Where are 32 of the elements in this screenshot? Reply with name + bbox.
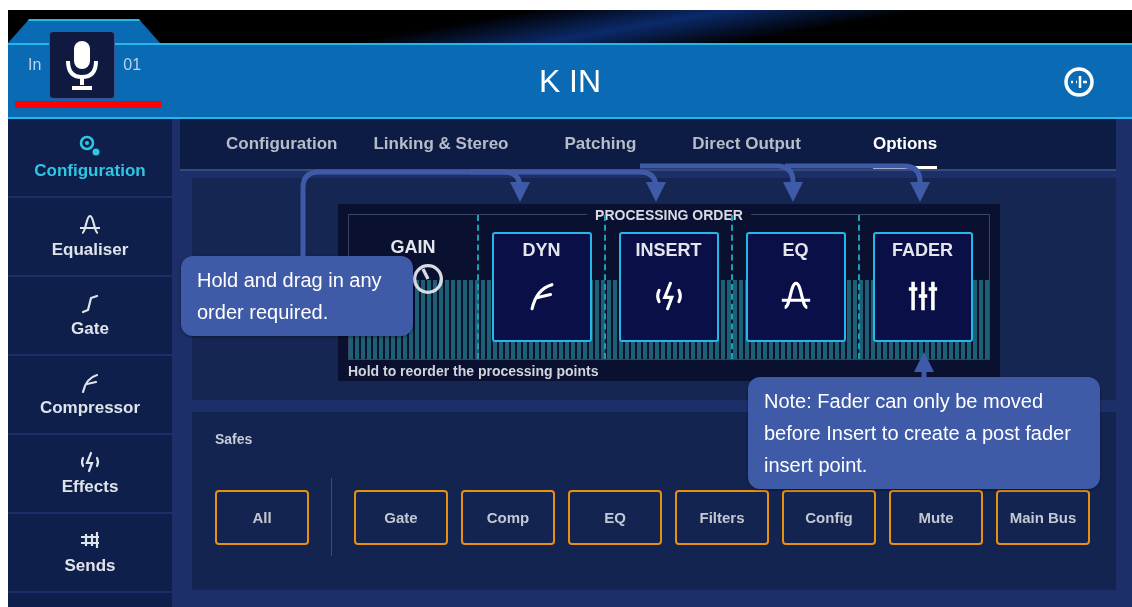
processing-stage-tile[interactable]: FADER xyxy=(872,232,973,342)
channel-number: 01 xyxy=(123,56,142,74)
hint-text: Hold to reorder the processing points xyxy=(348,363,599,379)
safe-toggle-button[interactable]: Gate xyxy=(354,489,448,545)
lightning-icon xyxy=(78,450,102,474)
knob-icon xyxy=(413,264,443,294)
tab[interactable]: Linking & Stereo xyxy=(373,134,509,169)
processing-stage-tile[interactable]: INSERT xyxy=(618,232,719,342)
waveform-circle-icon[interactable] xyxy=(1062,65,1096,99)
processing-order-title: PROCESSING ORDER xyxy=(587,207,751,223)
callout-note: Hold and drag in any order required. xyxy=(181,256,413,336)
safe-toggle-button[interactable]: Main Bus xyxy=(996,489,1090,545)
safes-title: Safes xyxy=(215,431,253,447)
safe-toggle-button[interactable]: All xyxy=(215,489,309,545)
microphone-icon[interactable] xyxy=(49,31,116,99)
channel-name: K IN xyxy=(538,62,602,100)
safe-toggle-button[interactable]: Config xyxy=(782,489,876,545)
safe-toggle-button[interactable]: EQ xyxy=(568,489,662,545)
channel-prefix: In xyxy=(28,56,42,74)
tab[interactable]: Patching xyxy=(564,134,637,169)
tab[interactable]: Configuration xyxy=(226,134,338,169)
stage-label: GAIN xyxy=(390,237,436,258)
safe-toggle-button[interactable]: Mute xyxy=(889,489,983,545)
tab[interactable]: Direct Output xyxy=(692,134,801,169)
safe-toggle-button[interactable]: Comp xyxy=(461,489,555,545)
processing-stage-tile[interactable]: EQ xyxy=(745,232,846,342)
safe-toggle-button[interactable]: Filters xyxy=(675,489,769,545)
gear-icon xyxy=(78,134,102,158)
callout-note: Note: Fader can only be moved before Insert to create a post fader insert point. xyxy=(748,377,1100,489)
processing-stage-tile[interactable]: DYN xyxy=(491,232,592,342)
eq-curve-icon xyxy=(78,213,102,237)
tab[interactable]: Options xyxy=(872,134,938,169)
